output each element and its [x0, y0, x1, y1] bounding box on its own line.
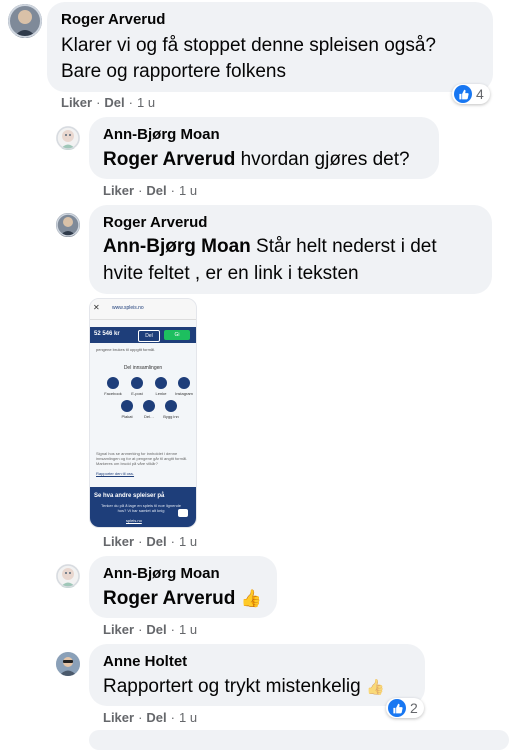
- timestamp[interactable]: 1 u: [179, 183, 197, 198]
- embed-icon: [165, 400, 177, 412]
- share-instagram[interactable]: Instagram: [164, 377, 196, 396]
- comment-text: Roger Arverud hvordan gjøres det?: [103, 146, 410, 174]
- timestamp[interactable]: 1 u: [179, 622, 197, 637]
- like-reaction-icon: [454, 85, 472, 103]
- amount-raised: 52 546 kr: [94, 331, 120, 337]
- like-action[interactable]: Liker: [103, 534, 134, 549]
- comment-author[interactable]: Roger Arverud: [103, 214, 207, 231]
- comment-text: Rapportert og trykt mistenkelig 👍: [103, 673, 385, 702]
- report-link[interactable]: Rapporter den til oss.: [96, 471, 134, 476]
- like-action[interactable]: Liker: [103, 183, 134, 198]
- comment-text: Klarer vi og få stoppet denne spleisen o…: [61, 35, 436, 56]
- like-action[interactable]: Liker: [61, 95, 92, 110]
- chat-icon[interactable]: [178, 509, 188, 517]
- next-comment-bubble-partial: [89, 730, 509, 750]
- share-embed[interactable]: Bygg inn: [151, 400, 191, 419]
- comment-actions: Liker · Del · 1 u: [61, 95, 156, 110]
- del-button[interactable]: Del: [138, 330, 160, 342]
- avatar-image: [56, 126, 80, 150]
- share-action[interactable]: Del: [146, 710, 166, 725]
- body-text: Signal hos se anmerking for innholdet i …: [96, 451, 188, 466]
- avatar-roger-arverud[interactable]: [8, 4, 42, 38]
- comment-bubble: Roger Arverud Ann-Bjørg Moan Står helt n…: [89, 205, 492, 294]
- reaction-count-text: 4: [476, 86, 484, 102]
- avatar-ann-bjorg-moan[interactable]: [56, 564, 80, 588]
- comment-actions: Liker · Del · 1 u: [103, 622, 198, 637]
- thumbs-up-emoji: 👍: [365, 679, 385, 696]
- reaction-count[interactable]: 4: [452, 84, 490, 104]
- mention-link[interactable]: Roger Arverud: [103, 588, 235, 609]
- timestamp[interactable]: 1 u: [137, 95, 155, 110]
- comment-text: Ann-Bjørg Moan Står helt nederst i det: [103, 233, 437, 261]
- timestamp[interactable]: 1 u: [179, 534, 197, 549]
- mention-link[interactable]: Roger Arverud: [103, 149, 235, 170]
- spleis-footer: Se hva andre spleiser på Tenker du på å …: [90, 487, 196, 527]
- footer-link[interactable]: spleis.no: [126, 518, 142, 523]
- footer-heading: Se hva andre spleiser på: [94, 493, 165, 499]
- avatar-image: [56, 213, 80, 237]
- share-action[interactable]: Del: [104, 95, 124, 110]
- comment-author[interactable]: Anne Holtet: [103, 653, 187, 670]
- share-heading: Del innsamlingen: [123, 365, 163, 371]
- comment-text: hvite feltet , er en link i teksten: [103, 263, 359, 284]
- share-action[interactable]: Del: [146, 622, 166, 637]
- close-icon: ✕: [93, 303, 100, 312]
- comment-text: Roger Arverud 👍: [103, 585, 262, 613]
- comment-text: Bare og rapportere folkens: [61, 61, 286, 82]
- avatar-anne-holtet[interactable]: [56, 652, 80, 676]
- avatar-roger-arverud[interactable]: [56, 213, 80, 237]
- like-action[interactable]: Liker: [103, 710, 134, 725]
- share-action[interactable]: Del: [146, 183, 166, 198]
- reaction-count-text: 2: [410, 700, 418, 716]
- avatar-image: [56, 652, 80, 676]
- comment-bubble: Ann-Bjørg Moan Roger Arverud 👍: [89, 556, 277, 618]
- mention-link[interactable]: Ann-Bjørg Moan: [103, 236, 251, 257]
- comment-author[interactable]: Roger Arverud: [61, 11, 165, 28]
- comment-bubble: Anne Holtet Rapportert og trykt mistenke…: [89, 644, 425, 706]
- comment-text-body: hvordan gjøres det?: [240, 149, 410, 170]
- browser-url: www.spleis.no: [112, 305, 144, 311]
- share-action[interactable]: Del: [146, 534, 166, 549]
- browser-bar: ✕ www.spleis.no: [90, 299, 196, 320]
- reaction-count[interactable]: 2: [386, 698, 424, 718]
- timestamp[interactable]: 1 u: [179, 710, 197, 725]
- comment-bubble: Ann-Bjørg Moan Roger Arverud hvordan gjø…: [89, 117, 439, 179]
- comment-actions: Liker · Del · 1 u: [103, 183, 198, 198]
- avatar-image: [56, 564, 80, 588]
- intro-text: pengene brukes til oppgitt formål.: [96, 347, 156, 352]
- like-action[interactable]: Liker: [103, 622, 134, 637]
- comment-actions: Liker · Del · 1 u: [103, 710, 198, 725]
- comment-text-body: Står helt nederst i det: [256, 236, 437, 257]
- spleis-header: 52 546 kr Del Gi: [90, 327, 196, 343]
- footer-text: Tenker du på å lage en spleis til noe li…: [100, 503, 182, 513]
- comment-image-attachment[interactable]: ✕ www.spleis.no 52 546 kr Del Gi pengene…: [89, 298, 197, 528]
- comment-actions: Liker · Del · 1 u: [103, 534, 198, 549]
- gi-button[interactable]: Gi: [164, 330, 190, 340]
- avatar-ann-bjorg-moan[interactable]: [56, 126, 80, 150]
- avatar-image: [8, 4, 42, 38]
- instagram-icon: [178, 377, 190, 389]
- comment-author[interactable]: Ann-Bjørg Moan: [103, 565, 220, 582]
- thumbs-up-emoji: 👍: [240, 589, 262, 608]
- comment-author[interactable]: Ann-Bjørg Moan: [103, 126, 220, 143]
- comment-bubble: Roger Arverud Klarer vi og få stoppet de…: [47, 2, 493, 92]
- comment-text-body: Rapportert og trykt mistenkelig: [103, 676, 361, 697]
- like-reaction-icon: [388, 699, 406, 717]
